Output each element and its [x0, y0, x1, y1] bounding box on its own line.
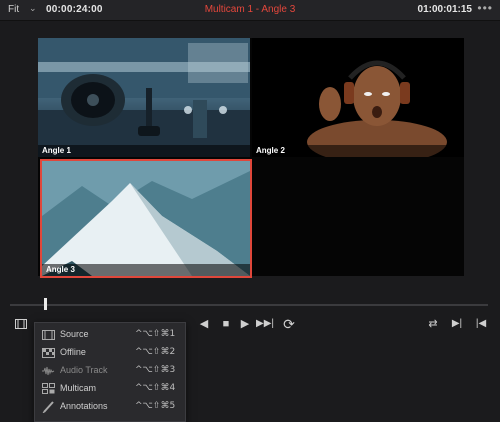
woman-headphones-image: [252, 38, 464, 157]
film-icon: [42, 330, 55, 340]
menu-item-label: Annotations: [60, 401, 108, 411]
angle-3-tile[interactable]: Angle 3: [40, 159, 252, 278]
angle-2-tile[interactable]: Angle 2: [252, 38, 464, 157]
angle-label: Angle 1: [38, 145, 250, 157]
next-clip-icon[interactable]: ▶▶|: [254, 314, 276, 334]
waveform-icon: [42, 366, 55, 376]
menu-item-shortcut: ^⌥⇧⌘1: [135, 329, 176, 339]
menu-item-offline[interactable]: Offline ^⌥⇧⌘2: [35, 344, 185, 362]
multicam-icon: [42, 383, 55, 394]
menu-item-annotations[interactable]: Annotations ^⌥⇧⌘5: [35, 398, 185, 416]
mountain-peak-image: [42, 161, 250, 276]
menu-item-shortcut: ^⌥⇧⌘5: [135, 401, 176, 411]
menu-item-shortcut: ^⌥⇧⌘4: [135, 383, 176, 393]
airplane-hangar-image: [38, 38, 250, 157]
viewer-overlay-menu: Source ^⌥⇧⌘1 Offline ^⌥⇧⌘2 Audio Track ^…: [34, 322, 186, 422]
timeline-scrubber[interactable]: [10, 304, 488, 306]
viewer-options-icon[interactable]: [12, 314, 30, 334]
menu-item-label: Audio Track: [60, 365, 108, 375]
pen-icon: [42, 401, 54, 413]
checker-icon: [42, 348, 55, 358]
viewer-header: Fit ⌄ 00:00:24:00 Multicam 1 - Angle 3 0…: [0, 0, 500, 21]
menu-item-audio-track[interactable]: Audio Track ^⌥⇧⌘3: [35, 362, 185, 380]
stop-icon[interactable]: ■: [218, 314, 234, 334]
next-edit-icon[interactable]: ▶|: [448, 314, 466, 334]
menu-item-label: Multicam: [60, 383, 97, 393]
match-frame-icon[interactable]: ⇄: [424, 314, 442, 334]
multicam-viewer: Angle 1 Angle 2 Angle 3: [38, 38, 464, 278]
play-icon[interactable]: ▶: [237, 314, 253, 334]
more-options-icon[interactable]: •••: [477, 1, 493, 15]
playhead[interactable]: [44, 298, 47, 310]
menu-item-source[interactable]: Source ^⌥⇧⌘1: [35, 326, 185, 344]
menu-item-shortcut: ^⌥⇧⌘2: [135, 347, 176, 357]
loop-icon[interactable]: ⟳: [280, 314, 298, 334]
menu-item-shortcut: ^⌥⇧⌘3: [135, 365, 176, 375]
angle-label: Angle 3: [42, 264, 250, 276]
play-reverse-icon[interactable]: ◀: [196, 314, 212, 334]
menu-item-label: Offline: [60, 347, 86, 357]
menu-item-label: Source: [60, 329, 89, 339]
menu-item-multicam[interactable]: Multicam ^⌥⇧⌘4: [35, 380, 185, 398]
angle-label: Angle 2: [252, 145, 464, 157]
current-timecode: 01:00:01:15: [417, 4, 472, 15]
angle-1-tile[interactable]: Angle 1: [38, 38, 250, 157]
previous-edit-icon[interactable]: |◀: [472, 314, 490, 334]
